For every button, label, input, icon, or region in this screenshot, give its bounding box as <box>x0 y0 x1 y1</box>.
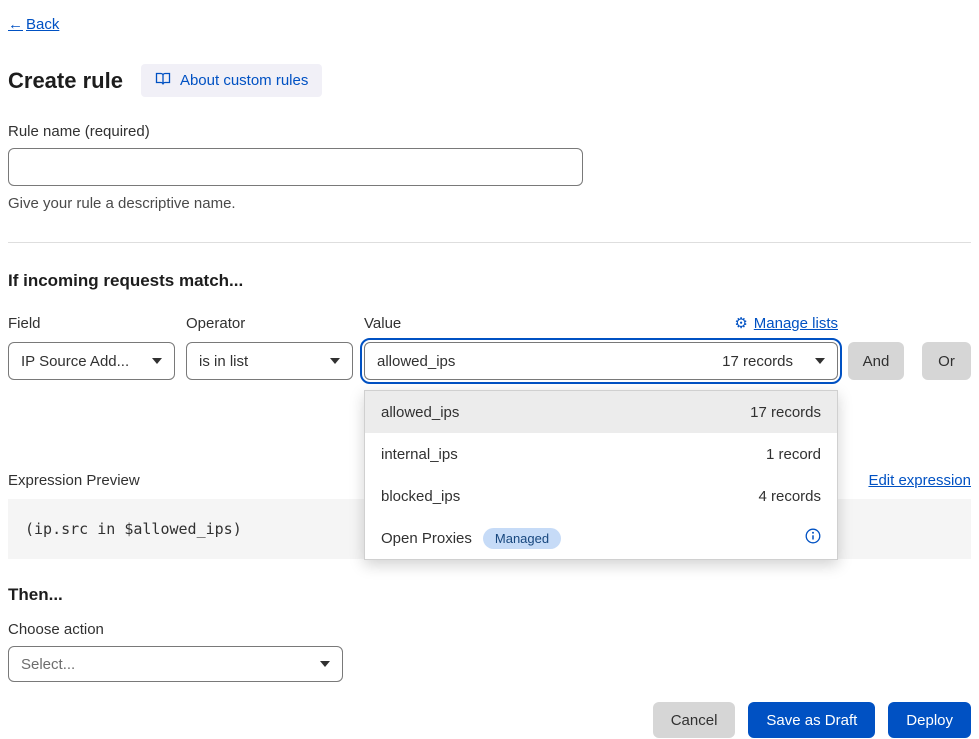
dropdown-item-blocked-ips[interactable]: blocked_ips 4 records <box>365 475 837 517</box>
value-label: Value <box>364 315 401 332</box>
manage-lists-label: Manage lists <box>754 315 838 332</box>
then-heading: Then... <box>8 585 971 605</box>
operator-label: Operator <box>186 315 364 332</box>
about-custom-rules-link[interactable]: About custom rules <box>141 64 322 97</box>
footer-actions: Cancel Save as Draft Deploy <box>8 702 971 738</box>
list-name: internal_ips <box>381 446 458 463</box>
deploy-button[interactable]: Deploy <box>888 702 971 738</box>
cancel-button[interactable]: Cancel <box>653 702 736 738</box>
edit-expression-link[interactable]: Edit expression <box>868 472 971 489</box>
chevron-down-icon <box>320 661 330 667</box>
condition-labels-row: Field Operator Value ⚙ Manage lists <box>8 315 971 332</box>
managed-badge: Managed <box>483 528 561 549</box>
match-heading: If incoming requests match... <box>8 271 971 291</box>
list-name: allowed_ips <box>381 404 459 421</box>
title-row: Create rule About custom rules <box>8 64 971 97</box>
field-select[interactable]: IP Source Add... <box>8 342 175 380</box>
action-select-placeholder: Select... <box>21 656 75 673</box>
book-icon <box>155 71 171 90</box>
expression-preview-label: Expression Preview <box>8 472 140 489</box>
back-label: Back <box>26 16 59 33</box>
chevron-down-icon <box>330 358 340 364</box>
value-select[interactable]: allowed_ips 17 records <box>364 342 838 380</box>
dropdown-item-open-proxies[interactable]: Open Proxies Managed <box>365 517 837 559</box>
action-select[interactable]: Select... <box>8 646 343 682</box>
about-custom-rules-label: About custom rules <box>180 72 308 89</box>
back-arrow-icon: ← <box>8 16 23 33</box>
dropdown-item-internal-ips[interactable]: internal_ips 1 record <box>365 433 837 475</box>
gear-icon: ⚙ <box>734 316 747 331</box>
condition-row: IP Source Add... is in list allowed_ips … <box>8 342 971 380</box>
value-select-wrap: allowed_ips 17 records allowed_ips 17 re… <box>364 342 838 380</box>
section-divider <box>8 242 971 243</box>
create-rule-page: ←Back Create rule About custom rules Rul… <box>0 0 979 738</box>
field-select-value: IP Source Add... <box>21 353 129 370</box>
value-select-value: allowed_ips <box>377 353 455 370</box>
save-as-draft-button[interactable]: Save as Draft <box>748 702 875 738</box>
rule-name-helper: Give your rule a descriptive name. <box>8 195 971 212</box>
chevron-down-icon <box>815 358 825 364</box>
manage-lists-link[interactable]: ⚙ Manage lists <box>734 315 838 332</box>
info-icon[interactable] <box>805 528 821 548</box>
field-label: Field <box>8 315 186 332</box>
choose-action-label: Choose action <box>8 621 971 638</box>
dropdown-item-allowed-ips[interactable]: allowed_ips 17 records <box>365 391 837 433</box>
list-name: blocked_ips <box>381 488 460 505</box>
rule-name-input[interactable] <box>8 148 583 186</box>
operator-select[interactable]: is in list <box>186 342 353 380</box>
value-dropdown: allowed_ips 17 records internal_ips 1 re… <box>364 390 838 560</box>
value-select-records: 17 records <box>722 353 793 370</box>
list-name: Open Proxies <box>381 530 472 547</box>
page-title: Create rule <box>8 68 123 94</box>
chevron-down-icon <box>152 358 162 364</box>
rule-name-label: Rule name (required) <box>8 123 971 140</box>
and-button[interactable]: And <box>848 342 904 380</box>
list-records: 4 records <box>758 488 821 505</box>
list-records: 1 record <box>766 446 821 463</box>
list-records: 17 records <box>750 404 821 421</box>
or-button[interactable]: Or <box>922 342 971 380</box>
operator-select-value: is in list <box>199 353 248 370</box>
back-link[interactable]: ←Back <box>8 16 59 33</box>
